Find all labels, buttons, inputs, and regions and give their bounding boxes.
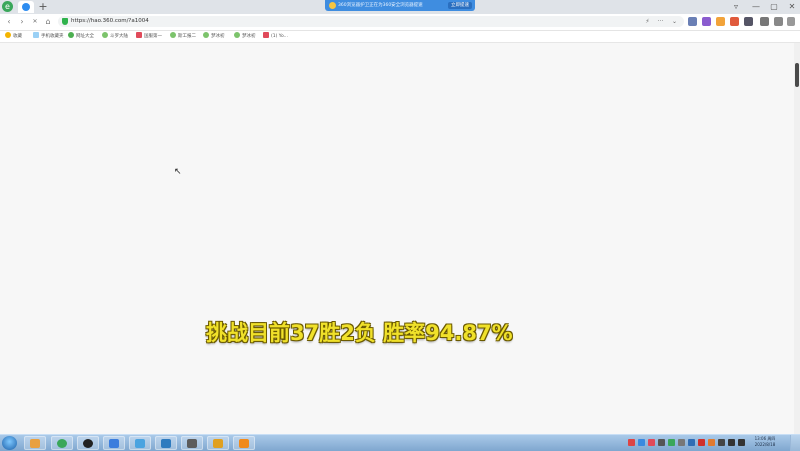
obs-icon bbox=[83, 439, 93, 448]
taskbar: 13:06 周四 2022/8/18 bbox=[0, 434, 800, 451]
lightning-icon[interactable]: ⚡ bbox=[643, 17, 652, 26]
bookmark-item[interactable]: 斗罗大陆 bbox=[102, 31, 128, 42]
taskbar-app-obs[interactable] bbox=[77, 436, 99, 450]
extension-cat-icon[interactable] bbox=[716, 17, 725, 26]
bookmarks-bar: 收藏 手机收藏夹 网址大全 斗罗大陆 国服第一 斯工报二 梦冰初 梦冰初 (1)… bbox=[0, 31, 800, 43]
mouse-cursor-icon: ↖ bbox=[174, 167, 182, 177]
stop-loading-button[interactable]: ✕ bbox=[30, 16, 40, 28]
feishu-icon bbox=[109, 439, 119, 448]
undo-icon[interactable] bbox=[774, 17, 783, 26]
minimize-button[interactable]: — bbox=[748, 0, 764, 14]
game-icon bbox=[187, 439, 197, 448]
clock-date: 2022/8/18 bbox=[754, 442, 776, 447]
bookmark-item[interactable]: 收藏 bbox=[5, 31, 22, 42]
back-button[interactable]: ‹ bbox=[4, 16, 14, 28]
bookmark-item[interactable]: 斯工报二 bbox=[170, 31, 196, 42]
active-tab[interactable] bbox=[18, 1, 34, 13]
security-shield-icon bbox=[62, 18, 68, 25]
bookmark-item[interactable]: 梦冰初 bbox=[234, 31, 256, 42]
home-button[interactable]: ⌂ bbox=[43, 16, 53, 28]
taskbar-app-emulator[interactable] bbox=[207, 436, 229, 450]
speedup-notice: 360浏览器护卫正在为360安全浏览器提速 立即提速 bbox=[325, 0, 475, 11]
bookmark-item[interactable]: (1) Yo... bbox=[263, 31, 288, 42]
maximize-button[interactable]: ▢ bbox=[766, 0, 782, 14]
tray-icon[interactable] bbox=[678, 439, 685, 446]
bookmark-favicon-icon bbox=[263, 32, 269, 38]
more-options-icon[interactable]: ··· bbox=[656, 17, 665, 26]
system-clock[interactable]: 13:06 周四 2022/8/18 bbox=[750, 436, 780, 448]
show-desktop-button[interactable] bbox=[790, 435, 800, 451]
notice-icon bbox=[329, 2, 336, 9]
start-button[interactable] bbox=[2, 436, 17, 450]
bookmark-item[interactable]: 国服第一 bbox=[136, 31, 162, 42]
forward-button[interactable]: › bbox=[17, 16, 27, 28]
shield-menu-icon[interactable]: ▿ bbox=[728, 0, 744, 14]
bookmark-item[interactable]: 网址大全 bbox=[68, 31, 94, 42]
gallery-icon bbox=[161, 439, 171, 448]
tray-icon[interactable] bbox=[668, 439, 675, 446]
bookmark-favicon-icon bbox=[203, 32, 209, 38]
phone-icon bbox=[33, 32, 39, 38]
bookmark-favicon-icon bbox=[234, 32, 240, 38]
tray-icon[interactable] bbox=[638, 439, 645, 446]
challenge-caption: 挑战目前37胜2负 胜率94.87% bbox=[206, 321, 513, 345]
browser-logo-icon[interactable]: e bbox=[2, 1, 13, 12]
page-content bbox=[0, 43, 796, 434]
address-dropdown-icon[interactable]: ⌄ bbox=[670, 17, 679, 26]
notice-speedup-button[interactable]: 立即提速 bbox=[448, 2, 472, 9]
network-icon[interactable] bbox=[728, 439, 735, 446]
bookmark-favicon-icon bbox=[68, 32, 74, 38]
volume-icon[interactable] bbox=[738, 439, 745, 446]
app-icon bbox=[30, 439, 40, 448]
download-icon[interactable] bbox=[760, 17, 769, 26]
bookmark-favicon-icon bbox=[102, 32, 108, 38]
tray-icon[interactable] bbox=[708, 439, 715, 446]
new-tab-button[interactable]: + bbox=[38, 0, 48, 14]
taskbar-app-browser[interactable] bbox=[51, 436, 73, 450]
help-icon bbox=[239, 439, 249, 448]
taskbar-app-game[interactable] bbox=[181, 436, 203, 450]
emulator-icon bbox=[213, 439, 223, 448]
bookmark-item[interactable]: 梦冰初 bbox=[203, 31, 225, 42]
apps-grid-icon[interactable] bbox=[744, 17, 753, 26]
address-bar[interactable]: https://hao.360.com/?a1004 ⚡ ··· ⌄ bbox=[58, 16, 684, 27]
notice-text: 360浏览器护卫正在为360安全浏览器提速 bbox=[338, 3, 423, 8]
close-window-button[interactable]: ✕ bbox=[784, 0, 800, 14]
tray-icon[interactable] bbox=[688, 439, 695, 446]
bookmark-item[interactable]: 手机收藏夹 bbox=[33, 31, 64, 42]
taskbar-app-gallery[interactable] bbox=[155, 436, 177, 450]
translate-icon[interactable] bbox=[688, 17, 697, 26]
browser-icon bbox=[57, 439, 67, 448]
bird-icon bbox=[135, 439, 145, 448]
tab-favicon-icon bbox=[22, 3, 30, 11]
taskbar-app-bird[interactable] bbox=[129, 436, 151, 450]
tray-icon[interactable] bbox=[658, 439, 665, 446]
extension-game-icon[interactable] bbox=[730, 17, 739, 26]
tray-icon[interactable] bbox=[698, 439, 705, 446]
bookmark-favicon-icon bbox=[136, 32, 142, 38]
taskbar-app-file[interactable] bbox=[24, 436, 46, 450]
tray-icon[interactable] bbox=[628, 439, 635, 446]
scrollbar-thumb[interactable] bbox=[795, 63, 799, 87]
extension-purple-icon[interactable] bbox=[702, 17, 711, 26]
tray-icon[interactable] bbox=[718, 439, 725, 446]
vertical-scrollbar[interactable] bbox=[794, 43, 800, 434]
url-text[interactable]: https://hao.360.com/?a1004 bbox=[71, 16, 149, 27]
star-icon bbox=[5, 32, 11, 38]
taskbar-app-feishu[interactable] bbox=[103, 436, 125, 450]
tray-icon[interactable] bbox=[648, 439, 655, 446]
bookmark-favicon-icon bbox=[170, 32, 176, 38]
navigation-bar: ‹ › ✕ ⌂ https://hao.360.com/?a1004 ⚡ ···… bbox=[0, 14, 800, 31]
menu-icon[interactable] bbox=[787, 17, 795, 26]
tab-strip: e + 360浏览器护卫正在为360安全浏览器提速 立即提速 ▿ — ▢ ✕ bbox=[0, 0, 800, 14]
taskbar-app-help[interactable] bbox=[233, 436, 255, 450]
